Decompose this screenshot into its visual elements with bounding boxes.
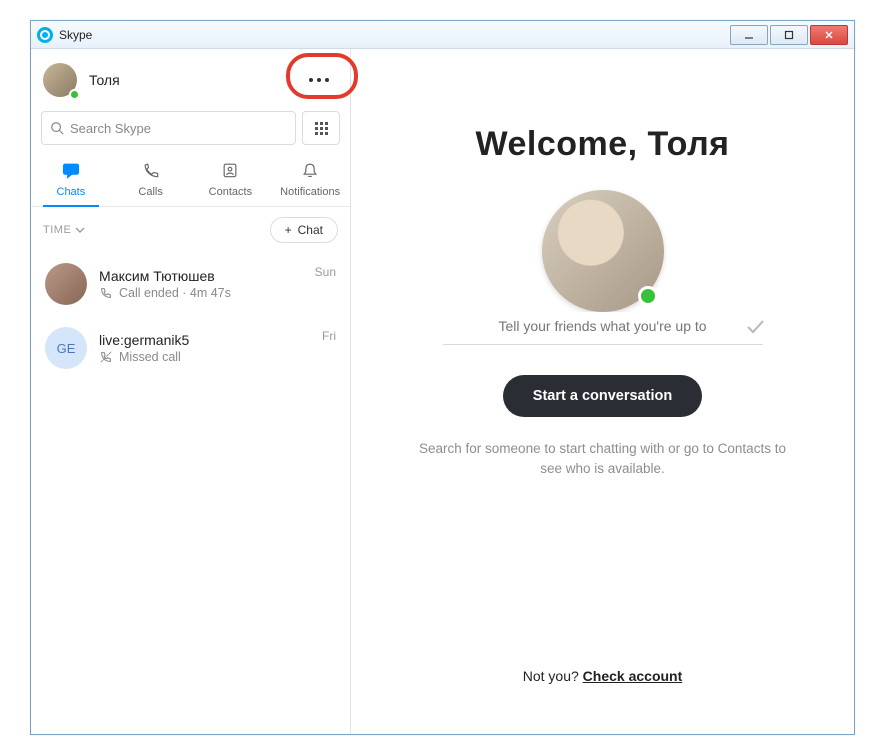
window-buttons bbox=[728, 25, 848, 45]
titlebar[interactable]: Skype bbox=[31, 21, 854, 49]
missed-call-icon bbox=[99, 350, 113, 364]
avatar: GE bbox=[45, 327, 87, 369]
self-avatar[interactable] bbox=[43, 63, 77, 97]
chevron-down-icon bbox=[75, 225, 85, 235]
tab-notifications[interactable]: Notifications bbox=[270, 155, 350, 206]
start-conversation-button[interactable]: Start a conversation bbox=[503, 375, 702, 417]
tab-contacts[interactable]: Contacts bbox=[191, 155, 271, 206]
minimize-button[interactable] bbox=[730, 25, 768, 45]
dialpad-button[interactable] bbox=[302, 111, 340, 145]
sort-filter[interactable]: TIME bbox=[43, 224, 85, 236]
filter-row: TIME + Chat bbox=[31, 207, 350, 253]
more-menu-button[interactable] bbox=[300, 65, 338, 95]
tab-chats[interactable]: Chats bbox=[31, 155, 111, 206]
conversation-meta: live:germanik5 Missed call bbox=[99, 332, 310, 364]
self-name[interactable]: Толя bbox=[89, 72, 300, 88]
dialpad-icon bbox=[315, 122, 328, 135]
tab-calls[interactable]: Calls bbox=[111, 155, 191, 206]
plus-icon: + bbox=[285, 223, 292, 237]
dots-icon bbox=[309, 78, 313, 82]
sidebar: Толя Search Skype Chats bbox=[31, 49, 351, 734]
search-icon bbox=[50, 121, 64, 135]
client-area: Толя Search Skype Chats bbox=[31, 49, 854, 734]
window-title: Skype bbox=[59, 28, 728, 42]
presence-indicator-icon bbox=[69, 89, 80, 100]
bell-icon bbox=[270, 161, 350, 182]
profile-row: Толя bbox=[31, 49, 350, 105]
chat-icon bbox=[31, 161, 111, 182]
status-field-wrap bbox=[443, 312, 763, 345]
tab-label: Chats bbox=[57, 186, 86, 198]
handset-icon bbox=[99, 286, 113, 300]
tab-label: Calls bbox=[138, 186, 162, 198]
new-chat-label: Chat bbox=[298, 223, 323, 237]
conversation-subtitle: Call ended · 4m 47s bbox=[99, 286, 303, 300]
check-account-link[interactable]: Check account bbox=[583, 668, 683, 684]
welcome-heading: Welcome, Толя bbox=[475, 125, 729, 164]
search-input[interactable]: Search Skype bbox=[41, 111, 296, 145]
check-icon bbox=[745, 316, 765, 336]
conversation-item[interactable]: Максим Тютюшев Call ended · 4m 47s Sun bbox=[31, 253, 350, 315]
app-window: Skype Толя Sea bbox=[30, 20, 855, 735]
conversation-time: Sun bbox=[315, 265, 336, 279]
status-input[interactable] bbox=[443, 312, 763, 345]
nav-tabs: Chats Calls Contacts Notifications bbox=[31, 155, 350, 207]
not-you-text: Not you? bbox=[523, 668, 583, 684]
tab-label: Notifications bbox=[280, 186, 340, 198]
filter-label-text: TIME bbox=[43, 224, 71, 236]
conversation-name: live:germanik5 bbox=[99, 332, 310, 348]
conversation-meta: Максим Тютюшев Call ended · 4m 47s bbox=[99, 268, 303, 300]
not-you-row: Not you? Check account bbox=[523, 668, 683, 714]
conversation-time: Fri bbox=[322, 329, 336, 343]
presence-indicator-icon bbox=[638, 286, 658, 306]
tab-label: Contacts bbox=[209, 186, 252, 198]
maximize-button[interactable] bbox=[770, 25, 808, 45]
contacts-icon bbox=[191, 161, 271, 182]
skype-icon bbox=[37, 27, 53, 43]
phone-icon bbox=[111, 161, 191, 182]
hint-text: Search for someone to start chatting wit… bbox=[413, 439, 793, 478]
search-row: Search Skype bbox=[31, 105, 350, 155]
main-panel: Welcome, Толя Start a conversation Searc… bbox=[351, 49, 854, 734]
conversation-item[interactable]: GE live:germanik5 Missed call Fri bbox=[31, 317, 350, 379]
new-chat-button[interactable]: + Chat bbox=[270, 217, 338, 243]
avatar bbox=[45, 263, 87, 305]
search-placeholder: Search Skype bbox=[70, 121, 151, 136]
conversation-name: Максим Тютюшев bbox=[99, 268, 303, 284]
profile-avatar-large[interactable] bbox=[542, 190, 664, 312]
conversation-subtitle: Missed call bbox=[99, 350, 310, 364]
close-button[interactable] bbox=[810, 25, 848, 45]
